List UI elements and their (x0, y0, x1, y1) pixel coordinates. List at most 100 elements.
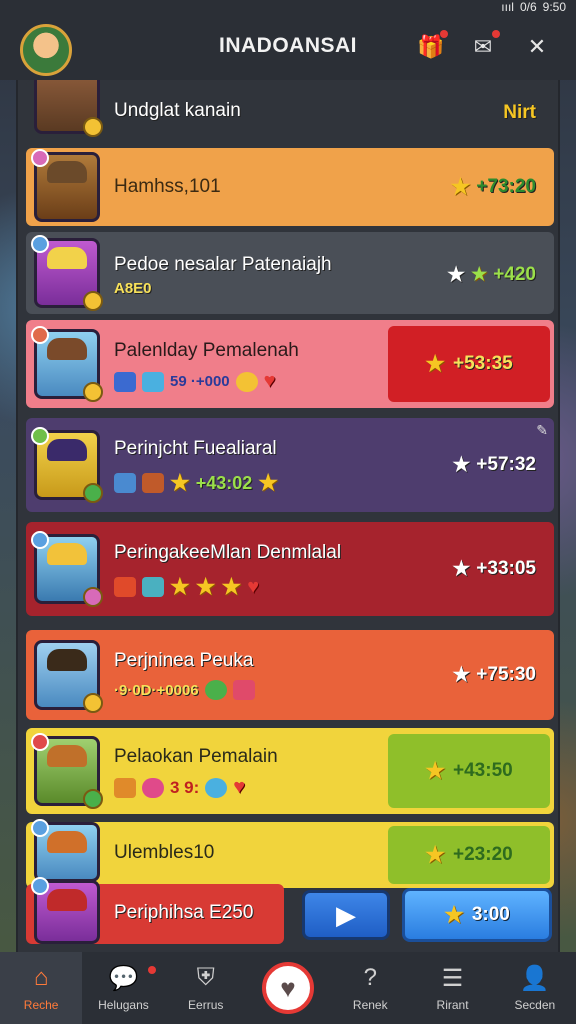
tab-ranking[interactable]: ☰ Rirant (411, 952, 493, 1024)
avatar (31, 149, 100, 222)
avatar (31, 427, 103, 503)
hat-icon (47, 889, 87, 911)
score-value: +53:35 (453, 353, 513, 374)
score-value: Nirt (503, 102, 536, 123)
tab-label: Helugans (98, 998, 149, 1012)
item-icon (114, 371, 136, 392)
list-item[interactable]: PeringakeeMlan Denmlalal ★ ★ ★ ♥ ★ +33:0… (26, 522, 554, 616)
claim-button[interactable]: ★ 3:00 (402, 888, 552, 942)
player-name: Perinjcht Fuealiaral (114, 438, 277, 459)
inventory-row: 3 9: ♥ (114, 776, 245, 799)
close-icon[interactable]: ✕ (522, 32, 552, 62)
tab-center[interactable]: ♥ (247, 952, 329, 1024)
list-item[interactable]: Pelaokan Pemalain 3 9: ♥ ★ +43:50 (26, 728, 554, 814)
list-item[interactable]: Undglat kanain Nirt (26, 80, 554, 144)
player-name: Ulembles10 (114, 842, 215, 863)
clock: 9:50 (542, 0, 566, 14)
tab-clan[interactable]: ⛨ Eerrus (165, 952, 247, 1024)
score-value: +73:20 (476, 176, 536, 197)
inventory-row: ★ +43:02 ★ (114, 470, 278, 496)
app-header: INADOANSAI 🎁 ✉ ✕ (0, 14, 576, 80)
avatar (31, 531, 103, 607)
rank-badge (31, 733, 49, 751)
tab-label: Reche (23, 998, 59, 1012)
star-icon: ★ (447, 264, 466, 286)
timer-icon (83, 789, 103, 809)
list-item[interactable]: Hamhss,101 ★ +73:20 (26, 148, 554, 226)
heart-icon: ♥ (263, 370, 276, 392)
hat-icon (47, 161, 87, 183)
star-icon: ★ (471, 264, 488, 284)
score-value: +420 (493, 263, 536, 285)
tab-profile[interactable]: 👤 Secden (494, 952, 576, 1024)
hair-icon (47, 543, 87, 565)
star-icon: ★ (170, 470, 190, 495)
player-name: Hamhss,101 (114, 176, 221, 197)
score-box[interactable]: ★ +43:50 (388, 734, 550, 808)
item-icon (142, 371, 164, 392)
score-box[interactable]: ★ +23:20 (388, 826, 550, 884)
player-name: Pelaokan Pemalain (114, 746, 278, 767)
list-item[interactable]: Perjninea Peuka ·9·0D·+0006 ★ +75:30 (26, 630, 554, 720)
avatar (34, 640, 103, 713)
rank-badge (31, 235, 49, 253)
inventory-text: ·9·0D·+0006 (114, 681, 199, 699)
tab-home[interactable]: ⌂ Reche (0, 952, 83, 1024)
tab-messages[interactable]: 💬 Helugans (82, 952, 164, 1024)
star-icon: ★ (452, 558, 471, 580)
bottom-tab-bar: ⌂ Reche 💬 Helugans ⛨ Eerrus ♥ ? Renek ☰ … (0, 952, 576, 1024)
score-value: +57:32 (476, 453, 536, 475)
heart-icon: ♥ (233, 776, 246, 798)
help-icon: ? (363, 964, 377, 991)
hat-icon (47, 649, 87, 671)
gift-icon[interactable]: 🎁 (416, 30, 448, 62)
chat-icon: 💬 (108, 964, 139, 992)
inventory-row: 59 ·+000 ♥ (114, 370, 276, 393)
avatar (31, 877, 100, 944)
item-icon (232, 680, 255, 700)
rank-badge (31, 326, 49, 344)
list-item[interactable]: Pedoe nesalar Patenaiajh A8E0 ★ ★ +420 (26, 232, 554, 314)
tab-label: Rirant (436, 998, 469, 1012)
player-name: Periphihsa E250 (114, 902, 254, 923)
mail-icon[interactable]: ✉ (468, 30, 500, 62)
score-value: +75:30 (476, 663, 536, 685)
player-subtitle: A8E0 (114, 280, 152, 297)
star-icon: ★ (452, 454, 471, 476)
player-name: Palenlday Pemalenah (114, 340, 299, 361)
signal-icon: ıııl (501, 0, 514, 14)
tab-label: Renek (352, 998, 388, 1012)
list-item[interactable]: Perinjcht Fuealiaral ★ +43:02 ★ ★ +57:32… (26, 418, 554, 512)
player-name: Pedoe nesalar Patenaiajh (114, 254, 332, 275)
play-button[interactable]: ▶ (302, 890, 390, 940)
star-icon: ★ (221, 574, 242, 599)
list-icon: ☰ (441, 964, 464, 992)
notification-dot (440, 30, 448, 38)
rank-badge (31, 427, 49, 445)
play-icon: ▶ (336, 899, 356, 930)
shield-icon: ⛨ (196, 964, 215, 991)
hair-icon (47, 439, 87, 461)
coin-icon (83, 693, 103, 713)
tab-label: Eerrus (188, 998, 224, 1012)
list-item[interactable]: Palenlday Pemalenah 59 ·+000 ♥ ★ +53:35 (26, 320, 554, 408)
score-area: ★ +57:32 (452, 452, 536, 477)
list-item[interactable]: Periphihsa E250 (26, 877, 284, 944)
score-area: ★ ★ +420 (447, 262, 536, 287)
tab-help[interactable]: ? Renek (329, 952, 411, 1024)
coin-icon (83, 117, 103, 137)
list-item[interactable]: Ulembles10 ★ +23:20 (26, 819, 554, 888)
coin-icon (83, 291, 103, 311)
avatar (31, 235, 103, 311)
heart-icon: ♥ (247, 575, 260, 598)
status-bar: ıııl 0/6 9:50 (0, 0, 576, 14)
profile-icon: 👤 (519, 964, 550, 992)
heart-icon: ♥ (261, 962, 314, 1014)
star-icon: ★ (195, 574, 216, 599)
star-icon: ★ (452, 664, 471, 686)
score-box[interactable]: ★ +53:35 (388, 326, 550, 402)
gem-icon (204, 680, 227, 700)
star-icon: ★ (170, 574, 190, 599)
player-name: PeringakeeMlan Denmlalal (114, 542, 342, 563)
edit-icon[interactable]: ✎ (536, 422, 548, 439)
